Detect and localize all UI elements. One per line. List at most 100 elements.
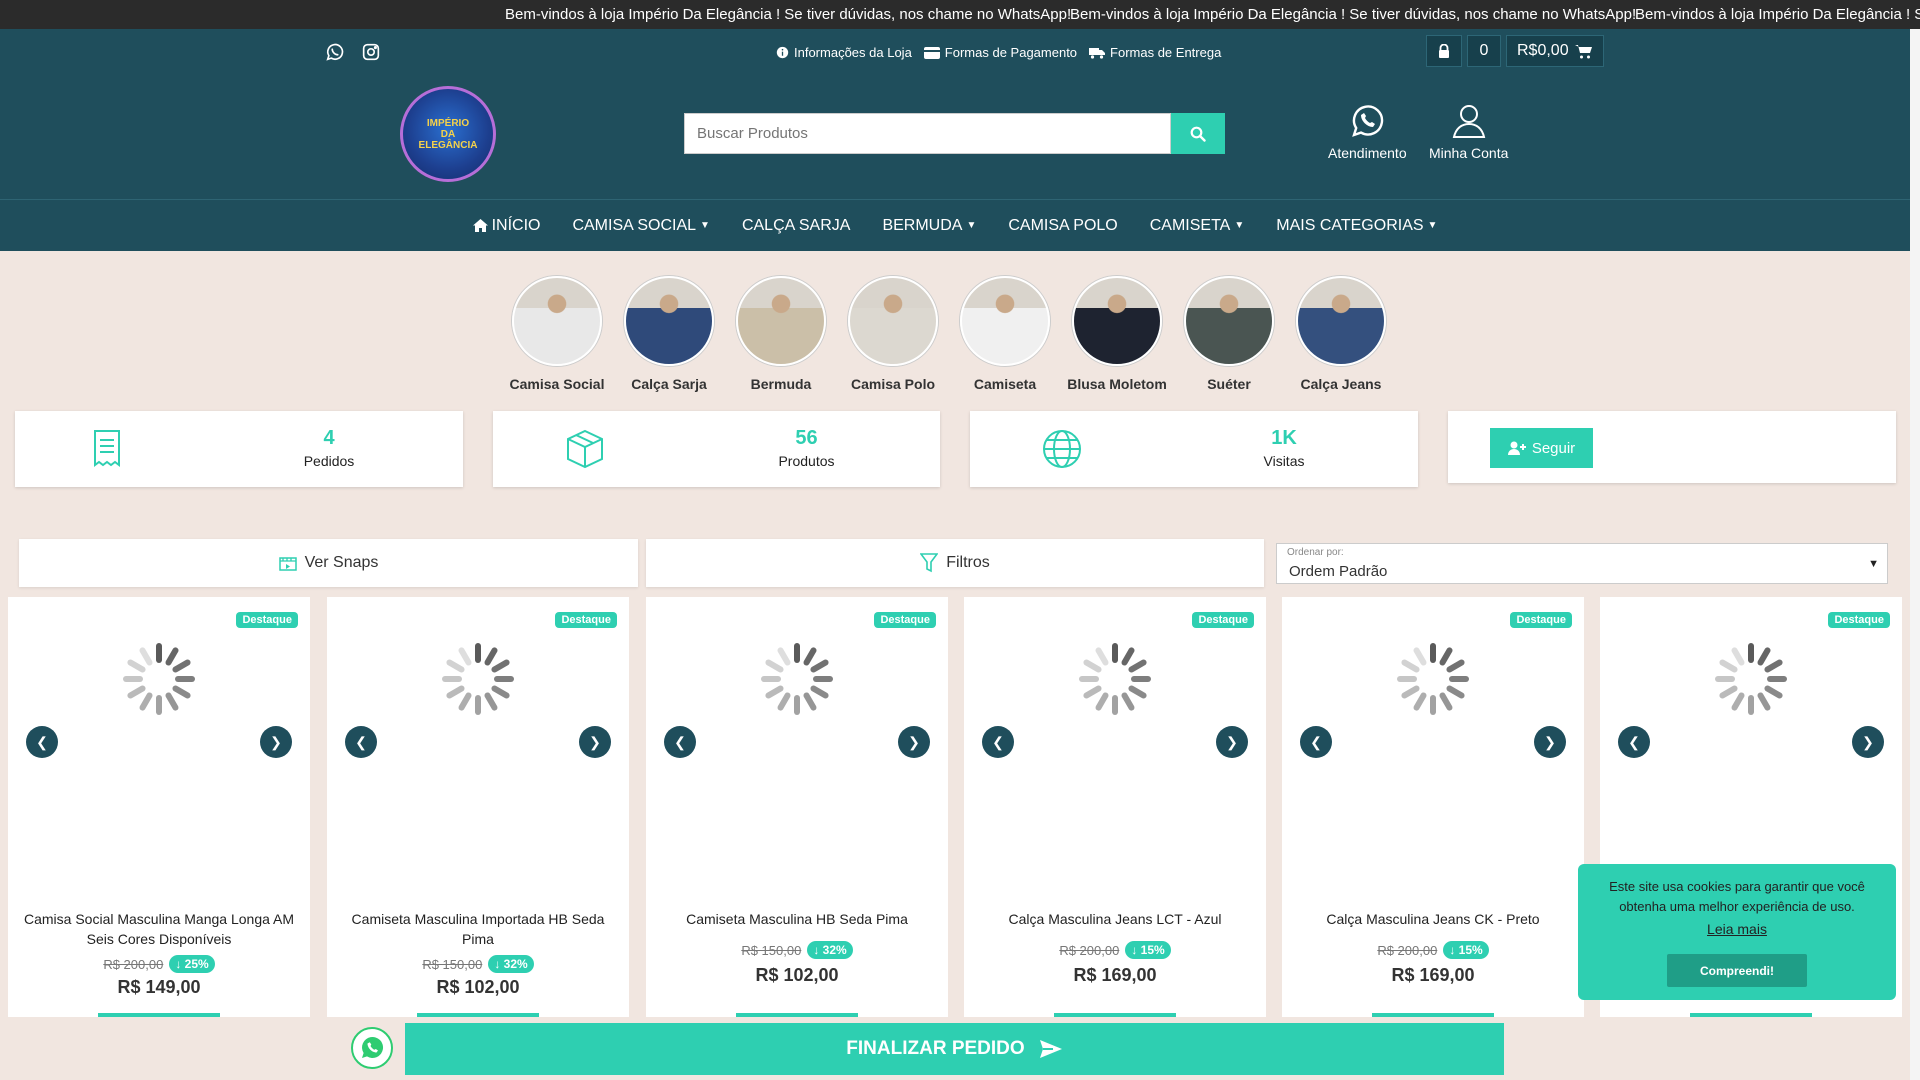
search-icon bbox=[1190, 126, 1206, 142]
instagram-icon[interactable] bbox=[360, 41, 382, 63]
carousel-prev-button[interactable]: ❮ bbox=[982, 726, 1014, 758]
nav-item-camiseta[interactable]: CAMISETA ▼ bbox=[1150, 217, 1245, 235]
carousel-prev-button[interactable]: ❮ bbox=[664, 726, 696, 758]
product-card[interactable]: Destaque ❮ ❯ Camiseta Masculina HB Seda Pim… bbox=[646, 597, 948, 1017]
cart-count[interactable]: 0 bbox=[1467, 35, 1501, 67]
product-name[interactable]: Camisa Social Masculina Manga Longa AM S… bbox=[18, 909, 300, 949]
carousel-next-button[interactable]: ❯ bbox=[898, 726, 930, 758]
cookie-read-more-link[interactable]: Leia mais bbox=[1578, 921, 1896, 937]
buy-button[interactable] bbox=[736, 1013, 858, 1017]
loading-spinner-icon bbox=[1715, 643, 1787, 715]
category-photo bbox=[848, 276, 938, 366]
send-icon bbox=[1039, 1040, 1062, 1058]
product-card[interactable]: Destaque ❮ ❯ Calça Masculina Jeans CK - Pre… bbox=[1282, 597, 1584, 1017]
discount-badge: ↓ 32% bbox=[807, 941, 853, 959]
info-icon bbox=[776, 46, 789, 59]
buy-button[interactable] bbox=[98, 1013, 220, 1017]
home-icon bbox=[472, 219, 488, 232]
buy-button[interactable] bbox=[417, 1013, 539, 1017]
follow-button[interactable]: Seguir bbox=[1490, 428, 1593, 468]
filters-button[interactable]: Filtros bbox=[646, 539, 1264, 587]
carousel-next-button[interactable]: ❯ bbox=[579, 726, 611, 758]
stat-value: 1K bbox=[1271, 427, 1297, 449]
stat-value: 56 bbox=[795, 427, 818, 449]
category-camiseta[interactable]: Camiseta bbox=[958, 276, 1052, 392]
product-card[interactable]: Destaque ❮ ❯ Camiseta Masculina Importada H… bbox=[327, 597, 629, 1017]
login-button[interactable] bbox=[1426, 35, 1462, 67]
store-info-link[interactable]: Informações da Loja bbox=[776, 45, 912, 60]
product-price: R$ 102,00 bbox=[755, 965, 839, 985]
nav-item-bermuda[interactable]: BERMUDA ▼ bbox=[882, 217, 976, 235]
sort-value: Ordem Padrão bbox=[1289, 563, 1388, 580]
delivery-methods-link[interactable]: Formas de Entrega bbox=[1089, 45, 1221, 60]
category-camisa-polo[interactable]: Camisa Polo bbox=[846, 276, 940, 392]
chevron-right-icon: ❯ bbox=[1862, 733, 1874, 750]
category-photo bbox=[1296, 276, 1386, 366]
product-price: R$ 169,00 bbox=[1073, 965, 1157, 985]
product-card[interactable]: Destaque ❮ ❯ Calça Masculina Jeans LCT - Az… bbox=[964, 597, 1266, 1017]
carousel-next-button[interactable]: ❯ bbox=[260, 726, 292, 758]
chevron-down-icon: ▼ bbox=[966, 220, 977, 231]
buy-button[interactable] bbox=[1690, 1013, 1812, 1017]
truck-icon bbox=[1089, 47, 1106, 59]
cookie-accept-button[interactable]: Compreendi! bbox=[1667, 954, 1807, 987]
page-scrollbar[interactable] bbox=[1910, 29, 1920, 1080]
nav-item-camisa-polo[interactable]: CAMISA POLO bbox=[1008, 217, 1117, 235]
cart-total-button[interactable]: R$0,00 bbox=[1506, 35, 1604, 67]
price-row: R$ 150,00 ↓ 32% bbox=[646, 941, 948, 959]
my-account-link[interactable]: Minha Conta bbox=[1429, 101, 1508, 161]
arrow-down-icon: ↓ bbox=[1449, 943, 1459, 957]
buy-button[interactable] bbox=[1054, 1013, 1176, 1017]
carousel-prev-button[interactable]: ❮ bbox=[26, 726, 58, 758]
chevron-down-icon: ▼ bbox=[1427, 220, 1438, 231]
nav-item-camisa-social[interactable]: CAMISA SOCIAL ▼ bbox=[572, 217, 710, 235]
carousel-prev-button[interactable]: ❮ bbox=[345, 726, 377, 758]
product-name[interactable]: Calça Masculina Jeans LCT - Azul bbox=[974, 909, 1256, 929]
nav-item-calca-sarja[interactable]: CALÇA SARJA bbox=[742, 217, 850, 235]
old-price: R$ 200,00 bbox=[1059, 942, 1120, 958]
product-name[interactable]: Camiseta Masculina Importada HB Seda Pim… bbox=[337, 909, 619, 949]
cart-icon bbox=[1574, 44, 1592, 58]
category-sueter[interactable]: Suéter bbox=[1182, 276, 1276, 392]
store-logo[interactable]: IMPÉRIO DA ELEGÂNCIA bbox=[400, 86, 496, 182]
search-button[interactable] bbox=[1171, 113, 1225, 154]
featured-badge: Destaque bbox=[236, 612, 298, 628]
price-row: R$ 200,00 ↓ 25% bbox=[8, 955, 310, 973]
user-plus-icon bbox=[1507, 441, 1526, 455]
product-card[interactable]: Destaque ❮ ❯ Camisa Social Masculina Manga … bbox=[8, 597, 310, 1017]
main-nav: INÍCIO CAMISA SOCIAL ▼ CALÇA SARJA BERMUD… bbox=[0, 199, 1910, 251]
buy-button[interactable] bbox=[1372, 1013, 1494, 1017]
featured-badge: Destaque bbox=[555, 612, 617, 628]
carousel-next-button[interactable]: ❯ bbox=[1852, 726, 1884, 758]
lock-icon bbox=[1439, 44, 1449, 58]
price-row: R$ 200,00 ↓ 15% bbox=[964, 941, 1266, 959]
product-name[interactable]: Calça Masculina Jeans CK - Preto bbox=[1292, 909, 1574, 929]
category-calca-jeans[interactable]: Calça Jeans bbox=[1294, 276, 1388, 392]
category-camisa-social[interactable]: Camisa Social bbox=[510, 276, 604, 392]
whatsapp-float-button[interactable] bbox=[351, 1027, 393, 1069]
support-link[interactable]: Atendimento bbox=[1328, 101, 1407, 161]
category-bermuda[interactable]: Bermuda bbox=[734, 276, 828, 392]
category-carousel: Camisa Social Calça Sarja Bermuda Camisa… bbox=[510, 276, 1388, 392]
credit-card-icon bbox=[923, 46, 940, 59]
carousel-next-button[interactable]: ❯ bbox=[1534, 726, 1566, 758]
sort-select[interactable]: Ordenar por: Ordem Padrão ▼ bbox=[1276, 543, 1888, 584]
category-blusa-moletom[interactable]: Blusa Moletom bbox=[1067, 276, 1167, 392]
payment-methods-link[interactable]: Formas de Pagamento bbox=[923, 45, 1077, 60]
carousel-prev-button[interactable]: ❮ bbox=[1618, 726, 1650, 758]
view-snaps-button[interactable]: Ver Snaps bbox=[19, 539, 638, 587]
product-name[interactable]: Camiseta Masculina HB Seda Pima bbox=[656, 909, 938, 929]
old-price: R$ 150,00 bbox=[422, 956, 483, 972]
carousel-next-button[interactable]: ❯ bbox=[1216, 726, 1248, 758]
finalize-order-button[interactable]: FINALIZAR PEDIDO bbox=[405, 1023, 1504, 1075]
arrow-down-icon: ↓ bbox=[494, 957, 504, 971]
product-price: R$ 102,00 bbox=[436, 977, 520, 997]
cookie-message: Este site usa cookies para garantir que … bbox=[1609, 879, 1865, 914]
whatsapp-icon[interactable] bbox=[324, 41, 346, 63]
cookie-banner: Este site usa cookies para garantir que … bbox=[1578, 864, 1896, 1000]
category-calca-sarja[interactable]: Calça Sarja bbox=[622, 276, 716, 392]
carousel-prev-button[interactable]: ❮ bbox=[1300, 726, 1332, 758]
nav-item-mais-categorias[interactable]: MAIS CATEGORIAS ▼ bbox=[1276, 217, 1437, 235]
nav-item-inicio[interactable]: INÍCIO bbox=[472, 217, 540, 235]
search-input[interactable] bbox=[684, 113, 1171, 154]
